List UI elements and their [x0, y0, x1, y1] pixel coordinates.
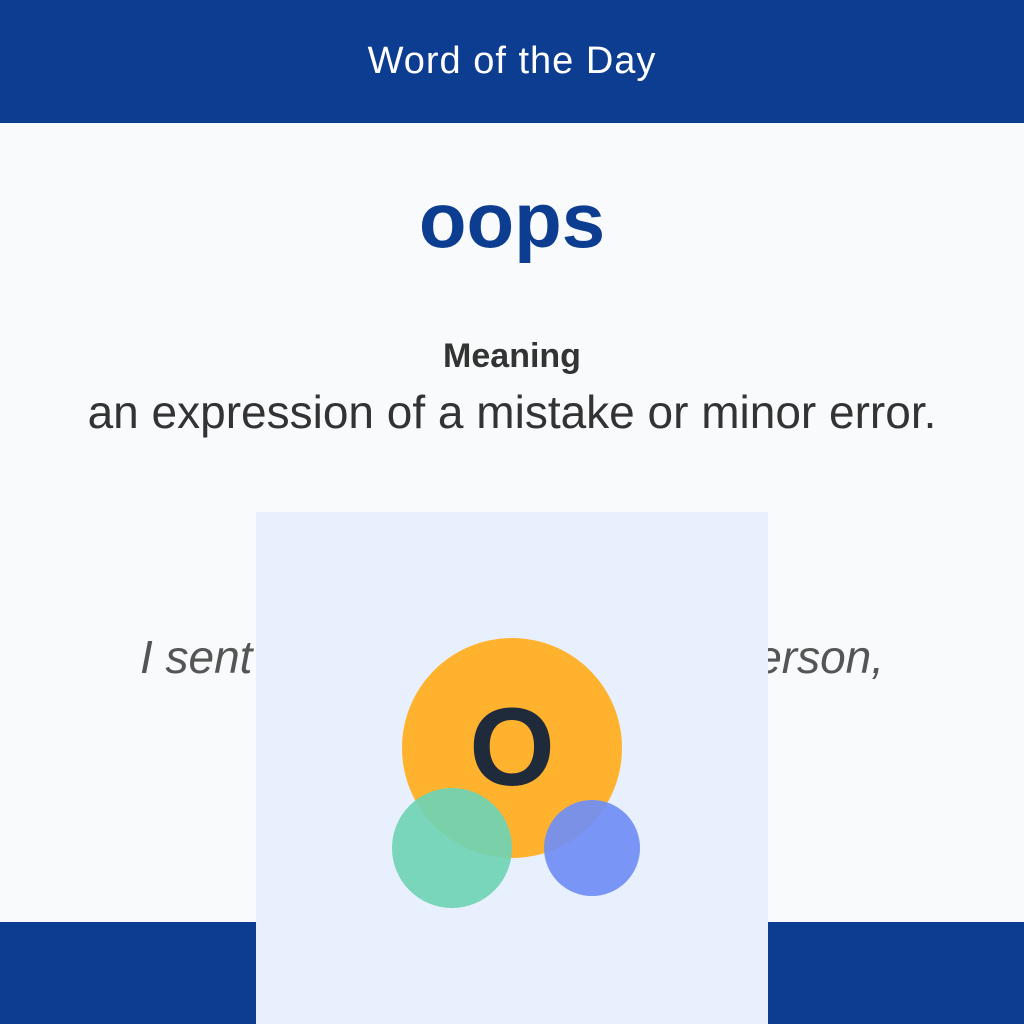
avatar-overlay-card: O — [256, 512, 768, 1024]
avatar-green-circle — [392, 788, 512, 908]
word-of-the-day-page: Word of the Day oops Meaning an expressi… — [0, 0, 1024, 1024]
page-title: Word of the Day — [367, 40, 657, 82]
word-text: oops — [418, 176, 606, 264]
avatar-blue-circle — [544, 800, 640, 896]
meaning-label: Meaning — [443, 337, 581, 375]
meaning-text: an expression of a mistake or minor erro… — [87, 386, 937, 438]
header-bar: Word of the Day — [0, 0, 1024, 123]
